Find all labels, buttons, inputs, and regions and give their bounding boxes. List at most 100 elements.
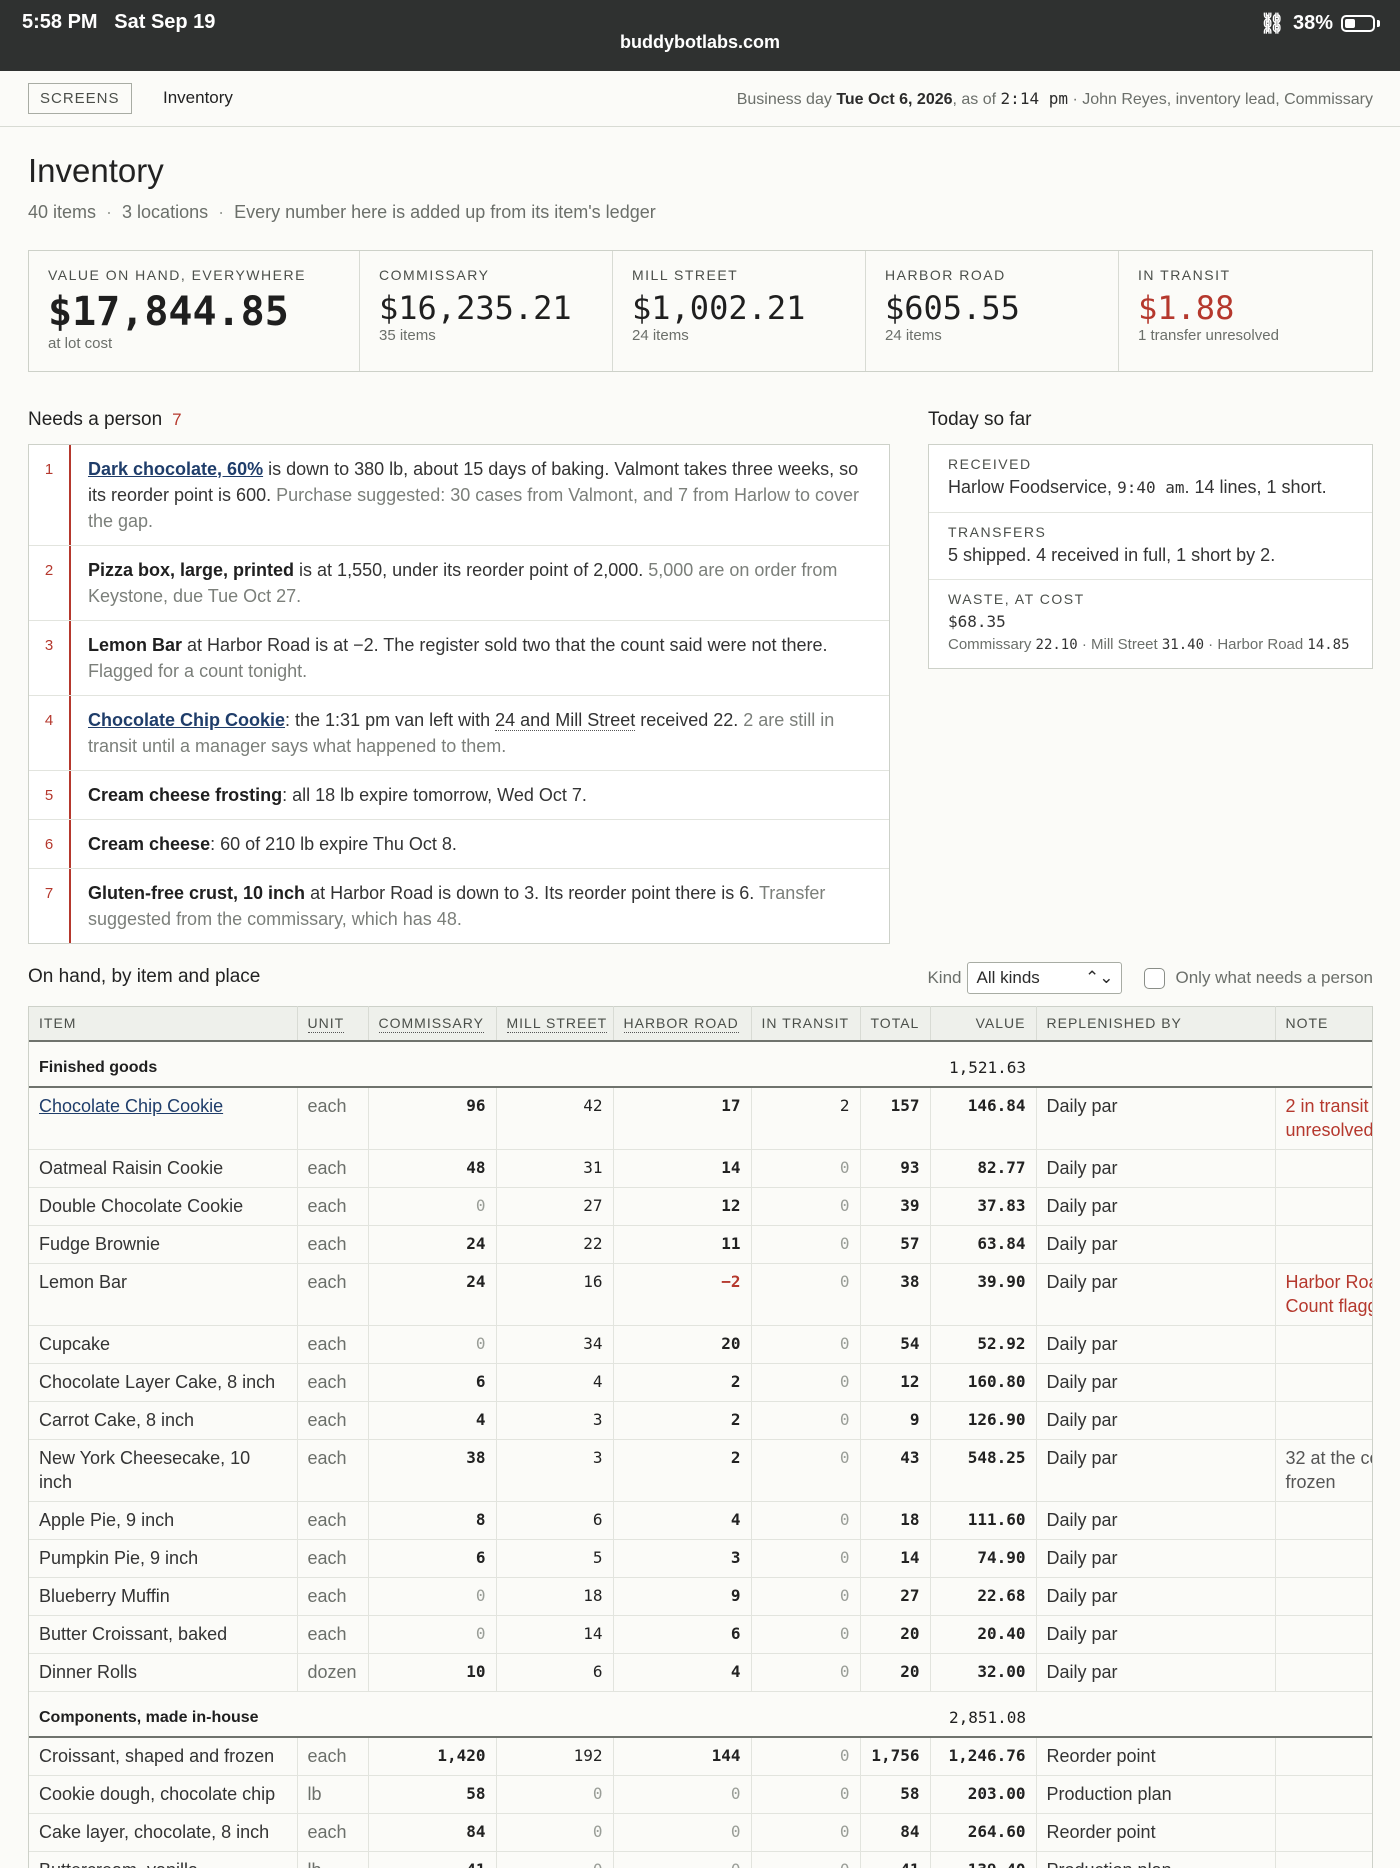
item-unit: each	[297, 1539, 369, 1578]
qty-harbor-road: 17	[613, 1086, 752, 1150]
item-name: Fudge Brownie	[29, 1225, 298, 1264]
replenished-by: Daily par	[1036, 1615, 1276, 1654]
item-value: 63.84	[930, 1225, 1037, 1264]
inventory-table-wrap[interactable]: ITEM UNIT COMMISSARY MILL STREET HARBOR …	[28, 1006, 1373, 1868]
qty-mill-street: 16	[496, 1263, 614, 1326]
item-value: 139.40	[930, 1851, 1037, 1868]
col-item[interactable]: ITEM	[29, 1006, 298, 1042]
table-row[interactable]: Oatmeal Raisin Cookie each 48 31 14 0 93 82.77 D…	[29, 1149, 1372, 1188]
table-row[interactable]: Cookie dough, chocolate chip lb 58 0 0 0 58 203…	[29, 1775, 1372, 1814]
table-row[interactable]: New York Cheesecake, 10 inch each 38 3 2 0 43 5…	[29, 1439, 1372, 1502]
onhand-title: On hand, by item and place	[28, 966, 261, 987]
qty-commissary: 6	[368, 1363, 497, 1402]
col-value[interactable]: VALUE	[930, 1006, 1037, 1042]
item-unit: each	[297, 1363, 369, 1402]
table-row[interactable]: Buttercream, vanillalb4100041139.40Produ…	[29, 1851, 1372, 1868]
item-note: 32 at the commissaryfrozen	[1275, 1439, 1372, 1502]
table-row[interactable]: Cupcake each 0 34 20 0 54 52.92 Daily par	[29, 1325, 1372, 1364]
replenished-by: Daily par	[1036, 1149, 1276, 1188]
need-item: 5 Cream cheese frosting: all 18 lb expir…	[29, 771, 889, 820]
qty-harbor-road: 0	[613, 1813, 752, 1852]
need-link-chocolate-chip-cookie[interactable]: Chocolate Chip Cookie	[88, 710, 285, 730]
qty-mill-street: 3	[496, 1439, 614, 1502]
item-note	[1275, 1577, 1372, 1616]
table-row[interactable]: Cake layer, chocolate, 8 inch each 84 0 0 0 84…	[29, 1813, 1372, 1852]
qty-total: 54	[860, 1325, 931, 1364]
qty-commissary: 10	[368, 1653, 497, 1692]
col-harbor-road[interactable]: HARBOR ROAD	[613, 1006, 752, 1042]
item-note	[1275, 1187, 1372, 1226]
qty-commissary: 4	[368, 1401, 497, 1440]
item-name: Cake layer, chocolate, 8 inch	[29, 1813, 298, 1852]
needs-list: 1 Dark chocolate, 60% is down to 380 lb,…	[28, 444, 890, 944]
qty-total: 39	[860, 1187, 931, 1226]
today-received: RECEIVED Harlow Foodservice, 9:40 am. 14…	[929, 445, 1372, 513]
table-row[interactable]: Carrot Cake, 8 inch each 4 3 2 0 9 126.90 Daily …	[29, 1401, 1372, 1440]
need-link-dark-chocolate[interactable]: Dark chocolate, 60%	[88, 459, 263, 479]
col-total[interactable]: TOTAL	[860, 1006, 931, 1042]
item-value: 111.60	[930, 1501, 1037, 1540]
item-name: Apple Pie, 9 inch	[29, 1501, 298, 1540]
table-row[interactable]: Apple Pie, 9 inch each 8 6 4 0 18 111.60 Daily p…	[29, 1501, 1372, 1540]
item-name: Lemon Bar	[29, 1263, 298, 1326]
table-row[interactable]: Pumpkin Pie, 9 inch each 6 5 3 0 14 74.90 Daily …	[29, 1539, 1372, 1578]
table-row[interactable]: Croissant, shaped and frozen each 1,420 192…	[29, 1736, 1372, 1776]
col-unit[interactable]: UNIT	[297, 1006, 369, 1042]
item-value: 160.80	[930, 1363, 1037, 1402]
status-right: ⛓ 38%	[1260, 11, 1380, 36]
qty-in-transit: 0	[751, 1577, 861, 1616]
qty-commissary: 48	[368, 1149, 497, 1188]
item-name[interactable]: Chocolate Chip Cookie	[29, 1086, 298, 1150]
qty-in-transit: 0	[751, 1325, 861, 1364]
item-note	[1275, 1501, 1372, 1540]
col-note[interactable]: NOTE	[1275, 1006, 1372, 1042]
qty-mill-street: 0	[496, 1813, 614, 1852]
replenished-by: Daily par	[1036, 1653, 1276, 1692]
table-row[interactable]: Chocolate Chip Cookie each 96 42 17 2 157 146.8…	[29, 1086, 1372, 1150]
item-note	[1275, 1736, 1372, 1776]
table-row[interactable]: Lemon Bar each 24 16 −2 0 38 39.90 Daily par Harb…	[29, 1263, 1372, 1326]
item-note	[1275, 1401, 1372, 1440]
col-replenished-by[interactable]: REPLENISHED BY	[1036, 1006, 1276, 1042]
item-name: Cupcake	[29, 1325, 298, 1364]
table-row[interactable]: Dinner Rolls dozen 10 6 4 0 20 32.00 Daily par	[29, 1653, 1372, 1692]
qty-harbor-road: 0	[613, 1851, 752, 1868]
need-item: 6 Cream cheese: 60 of 210 lb expire Thu …	[29, 820, 889, 869]
qty-commissary: 84	[368, 1813, 497, 1852]
item-name: Chocolate Layer Cake, 8 inch	[29, 1363, 298, 1402]
item-unit: each	[297, 1187, 369, 1226]
qty-in-transit: 0	[751, 1187, 861, 1226]
item-unit: each	[297, 1615, 369, 1654]
table-row[interactable]: Butter Croissant, baked each 0 14 6 0 20 20.40 D…	[29, 1615, 1372, 1654]
inventory-table: ITEM UNIT COMMISSARY MILL STREET HARBOR …	[29, 1006, 1372, 1868]
only-needs-checkbox[interactable]	[1144, 967, 1166, 989]
item-name: Oatmeal Raisin Cookie	[29, 1149, 298, 1188]
qty-total: 38	[860, 1263, 931, 1326]
item-name: Carrot Cake, 8 inch	[29, 1401, 298, 1440]
table-row[interactable]: Blueberry Muffin each 0 18 9 0 27 22.68 Daily pa…	[29, 1577, 1372, 1616]
summary-card-commissary: COMMISSARY $16,235.21 35 items	[360, 251, 613, 371]
replenished-by: Daily par	[1036, 1187, 1276, 1226]
summary-card-in-transit: IN TRANSIT $1.88 1 transfer unresolved	[1138, 267, 1279, 344]
col-mill-street[interactable]: MILL STREET	[496, 1006, 614, 1042]
table-row[interactable]: Chocolate Layer Cake, 8 inch each 6 4 2 0 12 16…	[29, 1363, 1372, 1402]
qty-harbor-road: 14	[613, 1149, 752, 1188]
group-name: Finished goods	[29, 1040, 930, 1088]
transfer-detail-link[interactable]: 24 and Mill Street	[495, 710, 636, 731]
col-commissary[interactable]: COMMISSARY	[368, 1006, 497, 1042]
screens-button[interactable]: SCREENS	[28, 83, 132, 114]
item-unit: dozen	[297, 1653, 369, 1692]
only-needs-label[interactable]: Only what needs a person	[1175, 968, 1373, 988]
kind-select[interactable]: All kinds ⌃⌄	[967, 962, 1123, 994]
col-in-transit[interactable]: IN TRANSIT	[751, 1006, 861, 1042]
table-row[interactable]: Fudge Brownie each 24 22 11 0 57 63.84 Daily par	[29, 1225, 1372, 1264]
replenished-by: Daily par	[1036, 1086, 1276, 1150]
item-value: 52.92	[930, 1325, 1037, 1364]
replenished-by: Reorder point	[1036, 1736, 1276, 1776]
address-bar-url[interactable]: buddybotlabs.com	[0, 32, 1400, 53]
table-row[interactable]: Double Chocolate Cookie each 0 27 12 0 39 37.83…	[29, 1187, 1372, 1226]
qty-mill-street: 6	[496, 1501, 614, 1540]
item-unit: each	[297, 1149, 369, 1188]
item-link[interactable]: Chocolate Chip Cookie	[39, 1096, 223, 1116]
page-title: Inventory	[28, 152, 164, 189]
